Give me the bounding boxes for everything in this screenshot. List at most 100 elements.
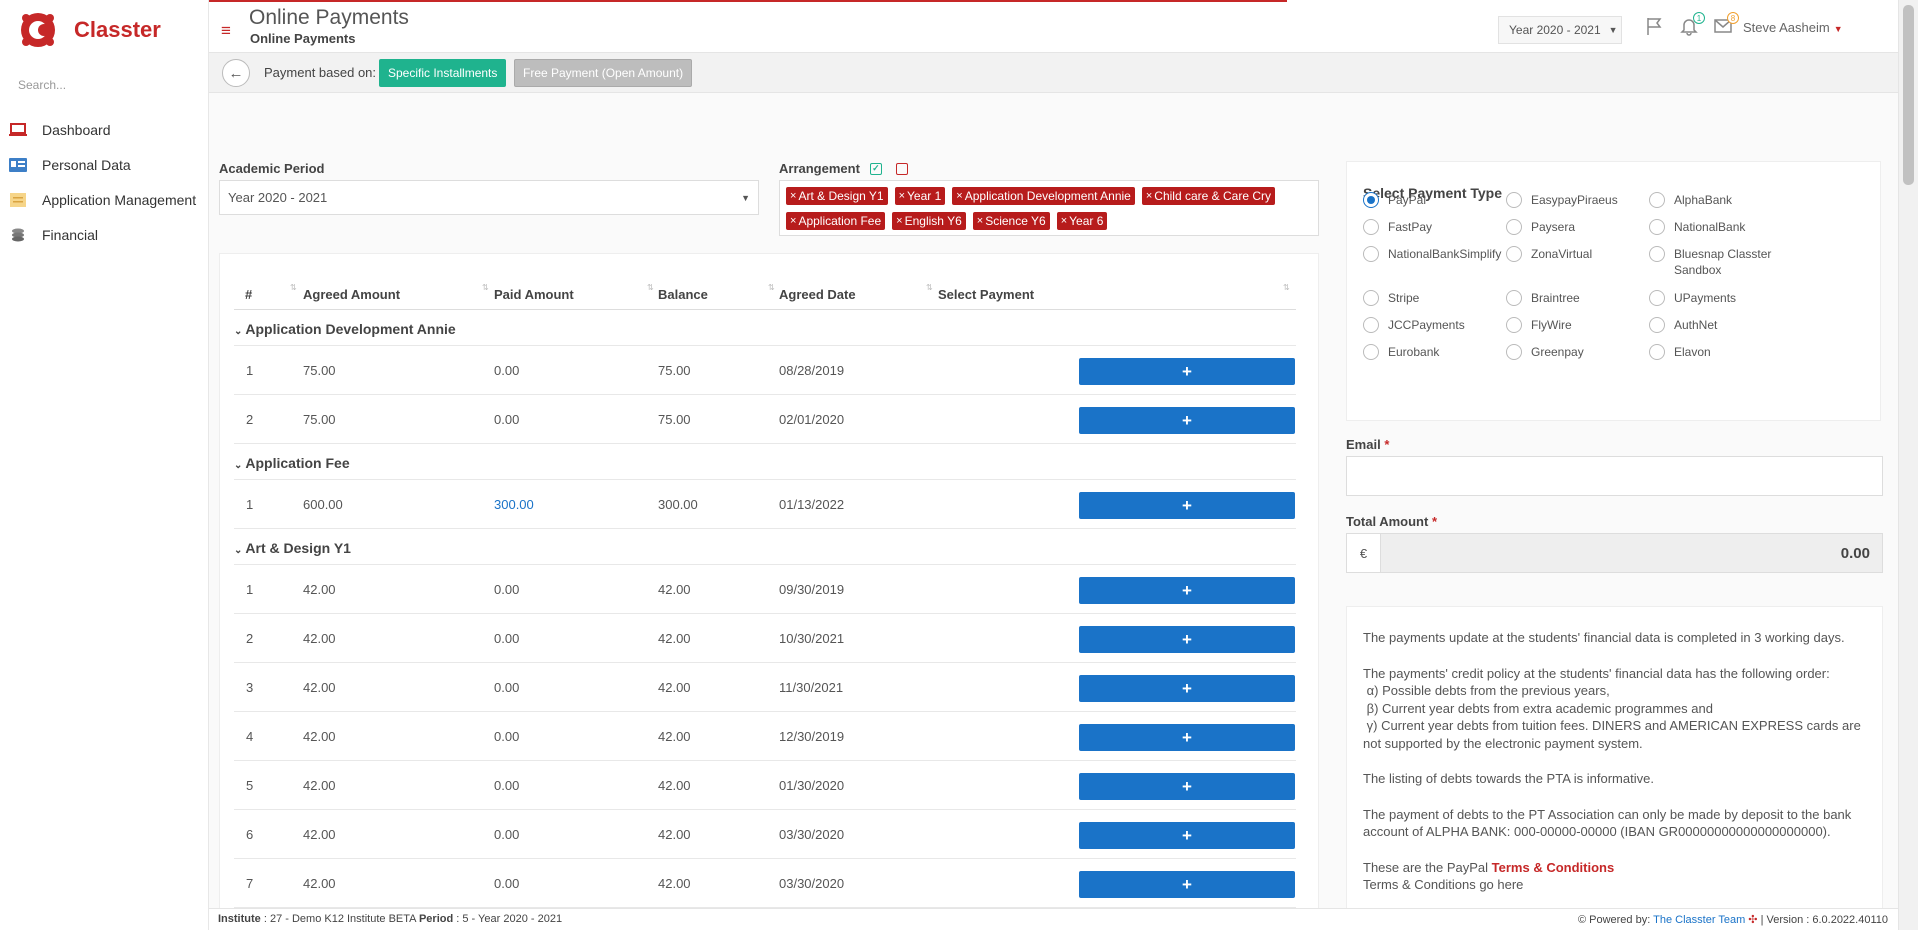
payment-type-radio[interactable]: FlyWire xyxy=(1506,317,1641,333)
sort-icon[interactable]: ⇅ xyxy=(1283,283,1290,292)
radio-circle[interactable] xyxy=(1649,246,1665,262)
radio-circle[interactable] xyxy=(1363,344,1379,360)
sidebar-item-application-management[interactable]: Application Management xyxy=(0,182,209,217)
sort-icon[interactable]: ⇅ xyxy=(768,283,775,292)
radio-circle[interactable] xyxy=(1649,219,1665,235)
payment-type-radio[interactable]: Stripe xyxy=(1363,290,1498,306)
select-payment-button[interactable]: + xyxy=(1079,358,1295,385)
radio-circle[interactable] xyxy=(1363,246,1379,262)
select-payment-button[interactable]: + xyxy=(1079,407,1295,434)
radio-circle[interactable] xyxy=(1506,219,1522,235)
column-header[interactable]: Paid Amount xyxy=(494,287,574,302)
academic-period-select[interactable]: Year 2020 - 2021 ▼ xyxy=(219,180,759,215)
user-menu[interactable]: Steve Aasheim ▼ xyxy=(1743,20,1843,35)
arrangement-tag[interactable]: × Year 6 xyxy=(1056,212,1108,230)
back-arrow-icon[interactable]: ← xyxy=(222,59,250,87)
payment-type-radio[interactable]: AlphaBank xyxy=(1649,192,1784,208)
select-payment-button[interactable]: + xyxy=(1079,492,1295,519)
payment-type-radio[interactable]: PayPal xyxy=(1363,192,1498,208)
arrangement-tag[interactable]: × Application Development Annie xyxy=(952,187,1135,205)
arrangement-tag[interactable]: × Art & Design Y1 xyxy=(786,187,888,205)
table-cell[interactable]: 300.00 xyxy=(494,497,534,512)
payment-type-radio[interactable]: Braintree xyxy=(1506,290,1641,306)
select-payment-button[interactable]: + xyxy=(1079,822,1295,849)
payment-type-radio[interactable]: NationalBank xyxy=(1649,219,1784,235)
column-header[interactable]: Select Payment xyxy=(938,287,1034,302)
payment-type-radio[interactable]: Greenpay xyxy=(1506,344,1641,360)
scrollbar-thumb[interactable] xyxy=(1903,5,1914,185)
terms-conditions-link[interactable]: Terms & Conditions xyxy=(1492,860,1615,875)
radio-circle[interactable] xyxy=(1649,317,1665,333)
year-select[interactable]: Year 2020 - 2021 ▼ xyxy=(1498,16,1622,44)
select-payment-button[interactable]: + xyxy=(1079,724,1295,751)
radio-circle[interactable] xyxy=(1506,344,1522,360)
remove-tag-icon[interactable]: × xyxy=(790,190,796,202)
select-payment-button[interactable]: + xyxy=(1079,675,1295,702)
payment-type-radio[interactable]: NationalBankSimplify xyxy=(1363,246,1501,262)
radio-circle[interactable] xyxy=(1649,290,1665,306)
payment-type-radio[interactable]: FastPay xyxy=(1363,219,1498,235)
remove-tag-icon[interactable]: × xyxy=(899,190,905,202)
radio-circle[interactable] xyxy=(1363,192,1379,208)
radio-circle[interactable] xyxy=(1363,317,1379,333)
group-row[interactable]: ⌄ Art & Design Y1 xyxy=(234,529,1296,565)
radio-circle[interactable] xyxy=(1506,192,1522,208)
arrangement-tag[interactable]: × Year 1 xyxy=(894,187,946,205)
remove-tag-icon[interactable]: × xyxy=(1061,215,1067,227)
payment-type-radio[interactable]: Paysera xyxy=(1506,219,1641,235)
column-header[interactable]: # xyxy=(245,287,252,302)
remove-tag-icon[interactable]: × xyxy=(790,215,796,227)
select-payment-button[interactable]: + xyxy=(1079,626,1295,653)
select-payment-button[interactable]: + xyxy=(1079,871,1295,898)
payment-type-radio[interactable]: UPayments xyxy=(1649,290,1784,306)
radio-circle[interactable] xyxy=(1506,290,1522,306)
free-payment-button[interactable]: Free Payment (Open Amount) xyxy=(514,59,693,87)
remove-tag-icon[interactable]: × xyxy=(956,190,962,202)
logo[interactable]: Classter xyxy=(18,10,161,50)
sort-icon[interactable]: ⇅ xyxy=(926,283,933,292)
remove-tag-icon[interactable]: × xyxy=(1146,190,1152,202)
payment-type-radio[interactable]: EasypayPiraeus xyxy=(1506,192,1641,208)
page-scrollbar[interactable] xyxy=(1898,0,1918,930)
group-toggle[interactable]: ⌄ Application Fee xyxy=(234,455,350,471)
sort-icon[interactable]: ⇅ xyxy=(290,283,297,292)
menu-toggle-icon[interactable]: ≡ xyxy=(221,22,231,39)
radio-circle[interactable] xyxy=(1506,246,1522,262)
bell-icon[interactable]: 1 xyxy=(1677,12,1705,38)
radio-circle[interactable] xyxy=(1649,192,1665,208)
group-toggle[interactable]: ⌄ Application Development Annie xyxy=(234,321,456,337)
sort-icon[interactable]: ⇅ xyxy=(482,283,489,292)
classter-team-link[interactable]: The Classter Team xyxy=(1653,914,1745,926)
sidebar-item-financial[interactable]: Financial xyxy=(0,217,209,252)
email-field[interactable] xyxy=(1346,456,1883,496)
remove-tag-icon[interactable]: × xyxy=(896,215,902,227)
sort-icon[interactable]: ⇅ xyxy=(647,283,654,292)
group-row[interactable]: ⌄ Application Fee xyxy=(234,444,1296,480)
radio-circle[interactable] xyxy=(1649,344,1665,360)
payment-type-radio[interactable]: Elavon xyxy=(1649,344,1784,360)
sidebar-item-dashboard[interactable]: Dashboard xyxy=(0,112,209,147)
arrangement-tags[interactable]: × Art & Design Y1 × Year 1 × Application Deve… xyxy=(779,180,1319,236)
payment-type-radio[interactable]: Eurobank xyxy=(1363,344,1498,360)
envelope-icon[interactable]: 8 xyxy=(1711,12,1739,38)
radio-circle[interactable] xyxy=(1506,317,1522,333)
sidebar-search-input[interactable]: Search... xyxy=(18,78,188,92)
group-row[interactable]: ⌄ Application Development Annie xyxy=(234,310,1296,346)
radio-circle[interactable] xyxy=(1363,290,1379,306)
flag-icon[interactable] xyxy=(1643,14,1667,38)
payment-type-radio[interactable]: JCCPayments xyxy=(1363,317,1498,333)
column-header[interactable]: Balance xyxy=(658,287,708,302)
specific-installments-button[interactable]: Specific Installments xyxy=(379,59,507,87)
column-header[interactable]: Agreed Date xyxy=(779,287,856,302)
arrangement-tag[interactable]: × English Y6 xyxy=(892,212,966,230)
clear-all-icon[interactable] xyxy=(895,162,908,175)
radio-circle[interactable] xyxy=(1363,219,1379,235)
sidebar-item-personal-data[interactable]: Personal Data xyxy=(0,147,209,182)
select-payment-button[interactable]: + xyxy=(1079,773,1295,800)
arrangement-tag[interactable]: × Child care & Care Cry xyxy=(1141,187,1275,205)
arrangement-tag[interactable]: × Application Fee xyxy=(786,212,886,230)
select-all-check-icon[interactable]: ✓ xyxy=(869,162,882,175)
remove-tag-icon[interactable]: × xyxy=(977,215,983,227)
column-header[interactable]: Agreed Amount xyxy=(303,287,400,302)
arrangement-tag[interactable]: × Science Y6 xyxy=(972,212,1050,230)
